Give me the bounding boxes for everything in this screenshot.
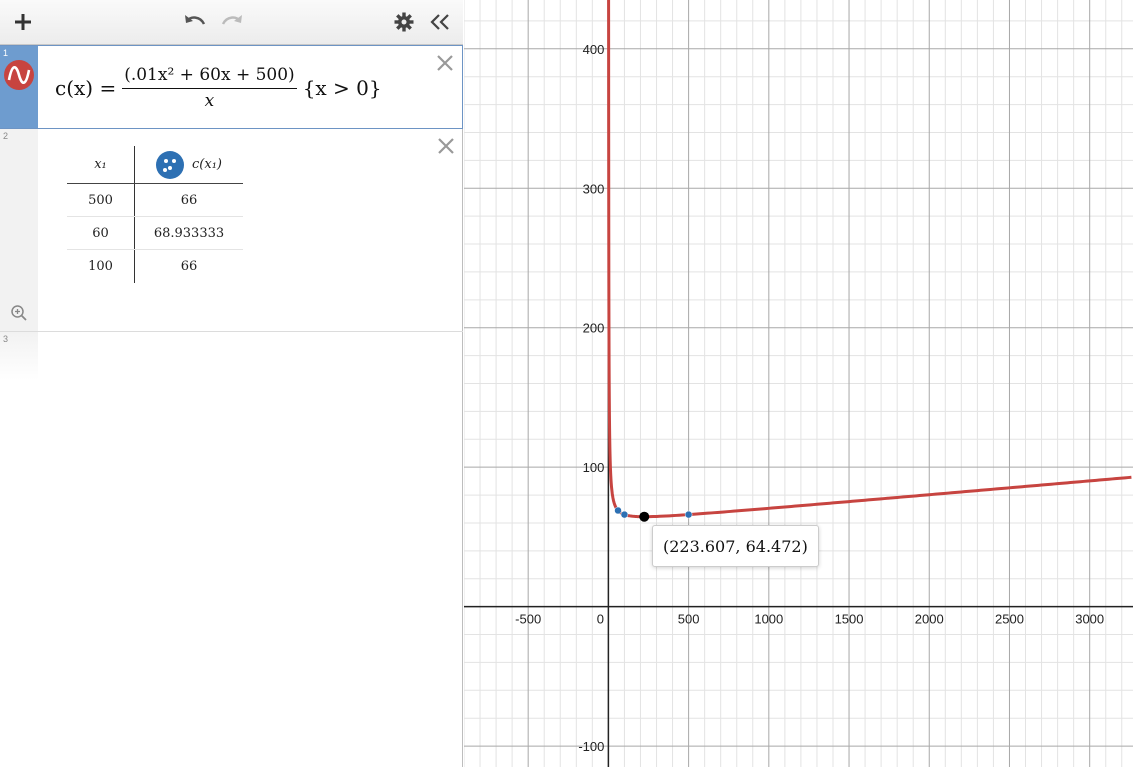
table-header-y[interactable]: c(x₁): [134, 146, 243, 183]
table-cell-x[interactable]: 100: [67, 250, 134, 283]
redo-icon: [221, 15, 242, 25]
expression-formula[interactable]: c(x) = (.01x² + 60x + 500) x {x > 0}: [55, 58, 382, 118]
formula-restriction: {x > 0}: [302, 76, 382, 100]
x-tick-label: -500: [515, 612, 541, 627]
y-tick-label: 400: [583, 42, 605, 57]
x-tick-label: 1500: [835, 612, 864, 627]
expression-item-3[interactable]: 3: [0, 332, 463, 380]
table-point[interactable]: [614, 506, 622, 515]
tick-labels: -500 0 500 1000 1500 2000 2500 3000 400 300 200 100…: [515, 42, 1104, 754]
table-row: 60 68.933333: [67, 217, 243, 250]
x-tick-label: 1000: [754, 612, 783, 627]
y-tick-label: 200: [583, 321, 605, 336]
table-cell-x[interactable]: 500: [67, 184, 134, 216]
col1-header-label: x₁: [94, 157, 107, 172]
formula-denominator: x: [204, 91, 215, 111]
close-icon: [438, 138, 454, 154]
double-chevron-left-icon: [430, 14, 449, 30]
expression-number: 1: [3, 48, 9, 58]
undo-icon: [185, 15, 206, 25]
formula-lhs: c(x) =: [55, 76, 117, 100]
table-point[interactable]: [684, 510, 693, 519]
collapse-panel-button[interactable]: [427, 8, 453, 36]
undo-button[interactable]: [182, 8, 208, 36]
plus-icon: [15, 14, 31, 30]
table-row: 500 66: [67, 184, 243, 217]
expression-panel: 1 c(x) = (.01x² + 60x + 500) x {x > 0} 2: [0, 0, 463, 767]
x-tick-label: 3000: [1075, 612, 1104, 627]
point-coordinate-text: (223.607, 64.472): [663, 536, 808, 556]
formula-numerator: (.01x² + 60x + 500): [122, 65, 297, 89]
point-coordinate-label: (223.607, 64.472): [652, 525, 819, 567]
table-cell-y[interactable]: 66: [134, 250, 243, 283]
expression-number: 3: [3, 334, 9, 344]
expression-item-1[interactable]: 1 c(x) = (.01x² + 60x + 500) x {x > 0}: [0, 45, 463, 129]
table-cell-x[interactable]: 60: [67, 217, 134, 249]
x-tick-label: 0: [597, 612, 604, 627]
expression-gutter: 3: [0, 332, 38, 380]
close-icon: [437, 55, 453, 71]
table-header-row: x₁ c(x₁): [67, 146, 243, 184]
zoom-fit-icon[interactable]: [10, 304, 28, 322]
delete-table-button[interactable]: [435, 135, 457, 157]
data-table: x₁ c(x₁) 500 66 60 68.933333 100 66: [67, 146, 243, 283]
table-row: 100 66: [67, 250, 243, 283]
x-tick-label: 500: [678, 612, 700, 627]
expression-item-2[interactable]: 2 x₁ c(x₁) 500 66 60 68.933333 100 66: [0, 129, 463, 332]
y-tick-label: 100: [583, 460, 605, 475]
y-tick-label: 300: [583, 181, 605, 196]
table-cell-y[interactable]: 68.933333: [134, 217, 243, 249]
minor-grid: [464, 0, 1133, 767]
table-cell-y[interactable]: 66: [134, 184, 243, 216]
x-tick-label: 2000: [915, 612, 944, 627]
settings-button[interactable]: [391, 8, 417, 36]
points-style-icon[interactable]: [156, 150, 185, 179]
redo-button[interactable]: [219, 8, 245, 36]
table-point[interactable]: [620, 510, 629, 519]
formula-fraction: (.01x² + 60x + 500) x: [122, 65, 297, 111]
add-item-button[interactable]: [9, 8, 37, 36]
graph-paper[interactable]: -500 0 500 1000 1500 2000 2500 3000 400 300 200 100…: [464, 0, 1133, 767]
delete-expression-button[interactable]: [434, 52, 456, 74]
x-tick-label: 2500: [995, 612, 1024, 627]
y-tick-label: -100: [578, 739, 604, 754]
col2-header-label: c(x₁): [192, 157, 222, 172]
graph-style-wave-icon[interactable]: [4, 60, 34, 90]
table-header-x[interactable]: x₁: [67, 146, 134, 183]
expression-number: 2: [3, 131, 9, 141]
gear-icon: [394, 12, 414, 32]
expression-toolbar: [0, 0, 463, 45]
expression-gutter: 2: [0, 129, 38, 331]
expression-gutter: 1: [0, 46, 38, 128]
minimum-point-marker[interactable]: [639, 511, 650, 522]
